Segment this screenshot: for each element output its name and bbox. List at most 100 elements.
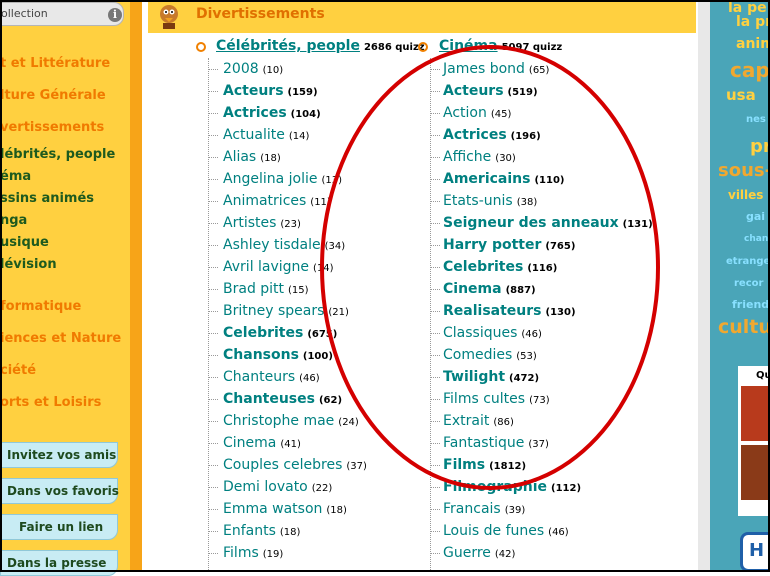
subcategory-link[interactable]: Fantastique (37) (443, 432, 653, 454)
subcategory-name[interactable]: Louis de funes (443, 523, 544, 539)
subcategory-name[interactable]: Action (443, 105, 487, 121)
subcategory-name[interactable]: Enfants (223, 523, 276, 539)
sidebar-item-informatique[interactable]: formatique (0, 299, 81, 314)
subcategory-name[interactable]: Celebrites (223, 325, 303, 341)
subcategory-link[interactable]: Demi lovato (22) (223, 476, 367, 498)
subcategory-link[interactable]: Enfants (18) (223, 520, 367, 542)
subcategory-link[interactable]: Action (45) (443, 102, 653, 124)
sidebar-item-manga[interactable]: nga (0, 213, 27, 228)
subcategory-link[interactable]: Brad pitt (15) (223, 278, 367, 300)
tag-link[interactable]: anim (736, 36, 770, 52)
subcategory-link[interactable]: Films (1812) (443, 454, 653, 476)
subcategory-name[interactable]: Acteurs (223, 83, 284, 99)
subcategory-link[interactable]: Avril lavigne (14) (223, 256, 367, 278)
subcategory-name[interactable]: Emma watson (223, 501, 322, 517)
tag-link[interactable]: nes (746, 114, 766, 125)
tag-link[interactable]: cultu (718, 316, 770, 338)
subcategory-name[interactable]: Chanteurs (223, 369, 295, 385)
subcategory-link[interactable]: Filmographie (112) (443, 476, 653, 498)
subcategory-name[interactable]: James bond (443, 61, 525, 77)
subcategory-name[interactable]: Demi lovato (223, 479, 308, 495)
subcategory-name[interactable]: Animatrices (223, 193, 306, 209)
subcategory-link[interactable]: Chansons (100) (223, 344, 367, 366)
tag-link[interactable]: la pr (736, 14, 770, 30)
tag-link[interactable]: cap (730, 58, 770, 82)
sidebar-item-celebrites[interactable]: lébrités, people (0, 147, 115, 162)
invite-friends-button[interactable]: Invitez vos amis (0, 442, 118, 468)
sidebar-item-musique[interactable]: usique (0, 235, 49, 250)
subcategory-name[interactable]: Fantastique (443, 435, 524, 451)
subcategory-link[interactable]: Louis de funes (46) (443, 520, 653, 542)
sidebar-item-divertissements[interactable]: vertissements (0, 120, 104, 135)
category-link-celebrites[interactable]: Célébrités, people 2686 quizz (216, 38, 425, 54)
subcategory-name[interactable]: Britney spears (223, 303, 324, 319)
subcategory-link[interactable]: Chanteurs (46) (223, 366, 367, 388)
subcategory-link[interactable]: Films cultes (73) (443, 388, 653, 410)
subcategory-link[interactable]: Alias (18) (223, 146, 367, 168)
subcategory-link[interactable]: Guerre (42) (443, 542, 653, 564)
subcategory-link[interactable]: Ashley tisdale (34) (223, 234, 367, 256)
subcategory-link[interactable]: Celebrites (675) (223, 322, 367, 344)
subcategory-link[interactable]: Comedies (53) (443, 344, 653, 366)
subcategory-name[interactable]: Cinema (443, 281, 502, 297)
subcategory-name[interactable]: Brad pitt (223, 281, 284, 297)
subcategory-name[interactable]: Avril lavigne (223, 259, 309, 275)
collection-button[interactable]: ollection i (0, 2, 124, 26)
subcategory-name[interactable]: Americains (443, 171, 530, 187)
tag-link[interactable]: recor (734, 278, 763, 289)
subcategory-name[interactable]: Chanteuses (223, 391, 315, 407)
subcategory-name[interactable]: Francais (443, 501, 501, 517)
subcategory-name[interactable]: Extrait (443, 413, 489, 429)
add-favorites-button[interactable]: Dans vos favoris (0, 478, 119, 504)
subcategory-link[interactable]: Actualite (14) (223, 124, 367, 146)
subcategory-name[interactable]: Classiques (443, 325, 517, 341)
subcategory-name[interactable]: Comedies (443, 347, 512, 363)
subcategory-link[interactable]: Cinema (41) (223, 432, 367, 454)
sidebar-item-sciences-nature[interactable]: iences et Nature (0, 331, 121, 346)
subcategory-link[interactable]: Extrait (86) (443, 410, 653, 432)
subcategory-name[interactable]: Acteurs (443, 83, 504, 99)
subcategory-link[interactable]: James bond (65) (443, 58, 653, 80)
subcategory-name[interactable]: 2008 (223, 61, 259, 77)
subcategory-name[interactable]: Celebrites (443, 259, 523, 275)
subcategory-link[interactable]: Animatrices (11) (223, 190, 367, 212)
subcategory-link[interactable]: Acteurs (519) (443, 80, 653, 102)
subcategory-link[interactable]: Affiche (30) (443, 146, 653, 168)
subcategory-name[interactable]: Seigneur des anneaux (443, 215, 619, 231)
subcategory-link[interactable]: Seigneur des anneaux (131) (443, 212, 653, 234)
tag-link[interactable]: sous- (718, 160, 770, 181)
sidebar-item-dessins-animes[interactable]: ssins animés (0, 191, 94, 206)
subcategory-name[interactable]: Cinema (223, 435, 276, 451)
tag-link[interactable]: etrange (726, 256, 770, 267)
tag-link[interactable]: usa (726, 86, 756, 104)
subcategory-name[interactable]: Chansons (223, 347, 299, 363)
subcategory-name[interactable]: Couples celebres (223, 457, 342, 473)
subcategory-name[interactable]: Guerre (443, 545, 491, 561)
subcategory-name[interactable]: Actrices (443, 127, 507, 143)
subcategory-link[interactable]: Christophe mae (24) (223, 410, 367, 432)
sidebar-item-cinema[interactable]: éma (0, 169, 31, 184)
subcategory-link[interactable]: Chanteuses (62) (223, 388, 367, 410)
subcategory-link[interactable]: 2008 (10) (223, 58, 367, 80)
subcategory-name[interactable]: Twilight (443, 369, 505, 385)
sidebar-item-art-litterature[interactable]: t et Littérature (0, 56, 110, 71)
subcategory-name[interactable]: Actrices (223, 105, 287, 121)
category-link-cinema[interactable]: Cinéma 5097 quizz (439, 38, 562, 54)
subcategory-link[interactable]: Harry potter (765) (443, 234, 653, 256)
category-title[interactable]: Célébrités, people (216, 38, 360, 54)
make-link-button[interactable]: Faire un lien (0, 514, 118, 540)
subcategory-name[interactable]: Films cultes (443, 391, 525, 407)
subcategory-link[interactable]: Classiques (46) (443, 322, 653, 344)
subcategory-name[interactable]: Harry potter (443, 237, 541, 253)
subcategory-link[interactable]: Films (19) (223, 542, 367, 564)
subcategory-link[interactable]: Americains (110) (443, 168, 653, 190)
category-title[interactable]: Cinéma (439, 38, 498, 54)
tag-link[interactable]: pr (750, 136, 770, 157)
subcategory-link[interactable]: Couples celebres (37) (223, 454, 367, 476)
thumbnail-image[interactable] (741, 445, 770, 500)
subcategory-name[interactable]: Affiche (443, 149, 491, 165)
sidebar-item-culture-generale[interactable]: lture Générale (0, 88, 106, 103)
subcategory-link[interactable]: Actrices (196) (443, 124, 653, 146)
subcategory-link[interactable]: Britney spears (21) (223, 300, 367, 322)
subcategory-name[interactable]: Alias (223, 149, 256, 165)
